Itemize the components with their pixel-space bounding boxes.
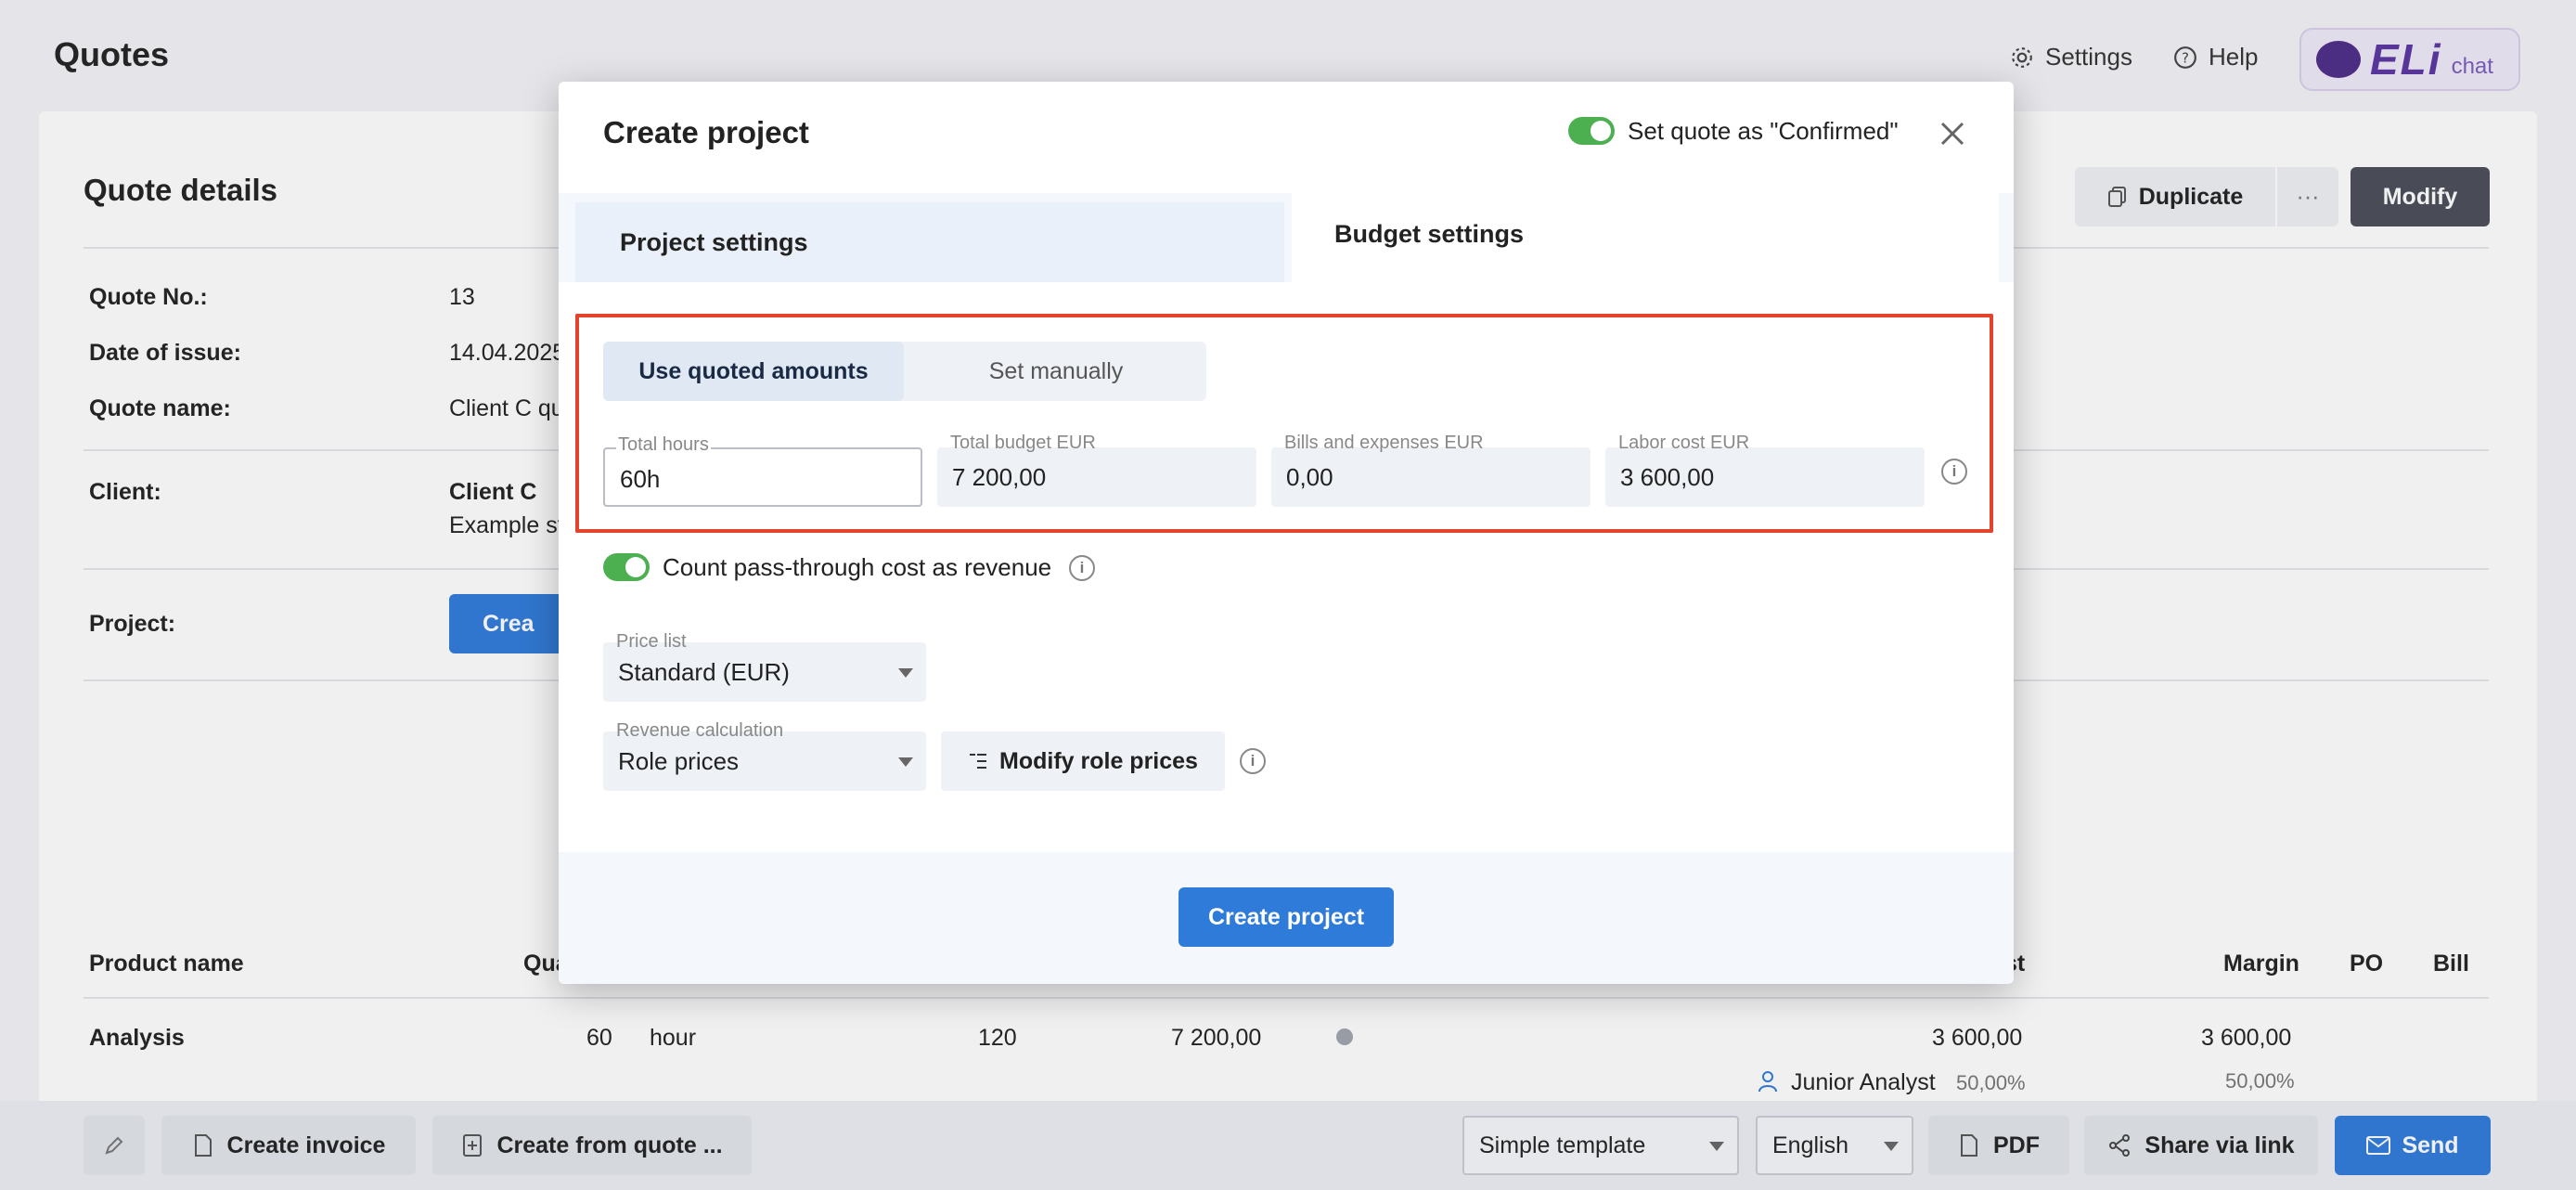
total-hours-label: Total hours: [616, 434, 711, 456]
modify-role-prices-label: Modify role prices: [999, 747, 1198, 774]
price-list-value: Standard (EUR): [618, 658, 790, 686]
price-list-select[interactable]: Price list Standard (EUR): [603, 631, 926, 702]
total-budget-value: 7 200,00: [952, 463, 1047, 491]
passthrough-label: Count pass-through cost as revenue: [663, 553, 1052, 581]
set-manually-option[interactable]: Set manually: [906, 342, 1206, 401]
passthrough-toggle[interactable]: [603, 553, 650, 581]
bills-expenses-value: 0,00: [1286, 463, 1333, 491]
close-icon[interactable]: [1932, 113, 1973, 154]
info-icon[interactable]: i: [1240, 748, 1266, 774]
use-quoted-amounts-option[interactable]: Use quoted amounts: [603, 342, 904, 401]
total-hours-field[interactable]: Total hours 60h: [603, 434, 922, 507]
labor-cost-label: Labor cost EUR: [1618, 433, 1750, 453]
chevron-down-icon: [898, 668, 913, 678]
list-edit-icon: [970, 754, 987, 769]
confirmed-toggle-label: Set quote as "Confirmed": [1628, 117, 1899, 145]
revenue-calculation-value: Role prices: [618, 747, 740, 775]
tab-project-settings[interactable]: Project settings: [575, 202, 1284, 282]
labor-cost-field: Labor cost EUR 3 600,00: [1605, 433, 1925, 507]
create-project-modal: Create project Set quote as "Confirmed" …: [559, 82, 2014, 984]
tab-budget-settings[interactable]: Budget settings: [1292, 186, 1999, 282]
create-project-button[interactable]: Create project: [1179, 887, 1394, 947]
revenue-calculation-select[interactable]: Revenue calculation Role prices: [603, 720, 926, 791]
info-icon[interactable]: i: [1069, 555, 1095, 581]
confirmed-toggle[interactable]: [1568, 117, 1615, 145]
total-budget-label: Total budget EUR: [950, 433, 1096, 453]
bills-expenses-label: Bills and expenses EUR: [1284, 433, 1484, 453]
modal-title: Create project: [603, 115, 809, 149]
total-hours-value: 60h: [620, 465, 661, 493]
price-list-label: Price list: [616, 631, 687, 652]
total-budget-field: Total budget EUR 7 200,00: [937, 433, 1256, 507]
info-icon[interactable]: i: [1941, 459, 1967, 485]
chevron-down-icon: [898, 757, 913, 767]
revenue-calculation-label: Revenue calculation: [616, 720, 784, 741]
modify-role-prices-button[interactable]: Modify role prices: [941, 731, 1225, 791]
bills-expenses-field: Bills and expenses EUR 0,00: [1271, 433, 1591, 507]
labor-cost-value: 3 600,00: [1620, 463, 1715, 491]
